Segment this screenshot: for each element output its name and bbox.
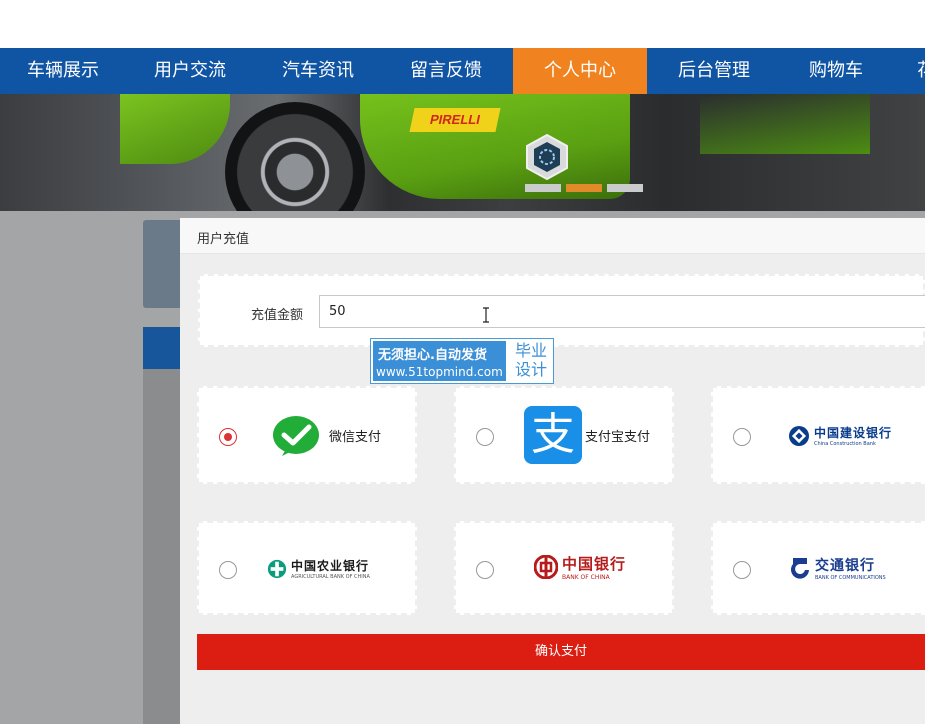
ccb-logo-icon bbox=[789, 425, 809, 446]
background-panel-header bbox=[143, 327, 183, 369]
abc-name-en: AGRICULTURAL BANK OF CHINA bbox=[291, 574, 370, 580]
alipay-radio[interactable] bbox=[476, 428, 494, 446]
payment-option-wechat[interactable]: 微信支付 bbox=[197, 386, 417, 484]
nav-item-news[interactable]: 汽车资讯 bbox=[254, 48, 382, 94]
wechat-pay-label: 微信支付 bbox=[329, 430, 382, 445]
amount-input[interactable] bbox=[319, 295, 925, 328]
slide-dot-2[interactable] bbox=[566, 184, 602, 192]
hexagon-logo-icon bbox=[526, 134, 568, 180]
payment-option-ccb[interactable]: 中国建设银行 China Construction Bank bbox=[711, 386, 925, 484]
watermark-badge: 无须担心.自动发货 www.51topmind.com 毕业 设计 bbox=[370, 338, 554, 384]
boc-logo-icon bbox=[534, 555, 558, 579]
background-panel bbox=[143, 220, 183, 308]
ccb-name-en: China Construction Bank bbox=[814, 441, 876, 447]
nav-item-feedback[interactable]: 留言反馈 bbox=[382, 48, 510, 94]
slide-dot-3[interactable] bbox=[607, 184, 643, 192]
bocom-name-en: BANK OF COMMUNICATIONS bbox=[815, 575, 886, 581]
boc-name-cn: 中国银行 bbox=[562, 555, 627, 573]
banner-wheel bbox=[225, 102, 365, 211]
amount-label: 充值金额 bbox=[251, 308, 304, 323]
ccb-radio[interactable] bbox=[733, 428, 751, 446]
slide-dot-1[interactable] bbox=[525, 184, 561, 192]
abc-logo: 中国农业银行 AGRICULTURAL BANK OF CHINA bbox=[267, 557, 370, 580]
watermark-right-line1: 毕业 bbox=[514, 341, 547, 360]
payment-option-alipay[interactable]: 支 支付宝支付 bbox=[454, 386, 674, 484]
payment-option-boc[interactable]: 中国银行 BANK OF CHINA bbox=[454, 521, 674, 615]
alipay-label: 支付宝支付 bbox=[585, 430, 651, 445]
nav-item-more[interactable]: 花 bbox=[917, 48, 925, 94]
banner-sponsor-logo: PIRELLI bbox=[409, 108, 501, 132]
banner-car-panel bbox=[120, 94, 230, 164]
ccb-name-cn: 中国建设银行 bbox=[814, 426, 893, 440]
bocom-logo-icon bbox=[791, 558, 809, 579]
confirm-payment-button[interactable]: 确认支付 bbox=[197, 634, 925, 670]
banner-car-rear bbox=[700, 94, 870, 154]
modal-title: 用户充值 bbox=[197, 232, 250, 247]
nav-item-community[interactable]: 用户交流 bbox=[126, 48, 254, 94]
main-nav: 车辆展示 用户交流 汽车资讯 留言反馈 个人中心 后台管理 购物车 花 bbox=[0, 48, 925, 94]
amount-section: 充值金额 bbox=[198, 274, 925, 347]
modal-header: 用户充值 bbox=[180, 218, 925, 254]
abc-name-cn: 中国农业银行 bbox=[291, 559, 370, 573]
boc-name-en: BANK OF CHINA bbox=[562, 574, 610, 581]
wechat-pay-icon bbox=[273, 416, 319, 456]
bocom-logo: 交通银行 BANK OF COMMUNICATIONS bbox=[789, 555, 886, 581]
watermark-right: 毕业 设计 bbox=[511, 341, 551, 379]
boc-logo: 中国银行 BANK OF CHINA bbox=[534, 553, 626, 581]
payment-option-bocom[interactable]: 交通银行 BANK OF COMMUNICATIONS bbox=[711, 521, 925, 615]
abc-logo-icon bbox=[267, 559, 287, 578]
watermark-line2: www.51topmind.com bbox=[376, 365, 503, 379]
background-panel bbox=[143, 327, 183, 724]
nav-item-cart[interactable]: 购物车 bbox=[778, 48, 894, 94]
nav-item-personal-center[interactable]: 个人中心 bbox=[513, 48, 647, 94]
recharge-modal: 用户充值 充值金额 微信支付 支 支付宝支付 中 bbox=[180, 218, 925, 724]
watermark-left: 无须担心.自动发货 www.51topmind.com bbox=[373, 341, 506, 381]
payment-option-abc[interactable]: 中国农业银行 AGRICULTURAL BANK OF CHINA bbox=[197, 521, 417, 615]
hero-banner: PIRELLI bbox=[0, 94, 925, 211]
bocom-name-cn: 交通银行 bbox=[815, 558, 875, 574]
watermark-right-line2: 设计 bbox=[514, 360, 547, 379]
nav-item-admin[interactable]: 后台管理 bbox=[650, 48, 778, 94]
ccb-logo: 中国建设银行 China Construction Bank bbox=[788, 424, 892, 447]
alipay-icon: 支 bbox=[524, 406, 582, 464]
text-cursor-icon bbox=[483, 307, 489, 323]
watermark-line1: 无须担心.自动发货 bbox=[378, 348, 487, 363]
abc-radio[interactable] bbox=[219, 561, 237, 579]
bocom-radio[interactable] bbox=[733, 561, 751, 579]
nav-item-vehicles[interactable]: 车辆展示 bbox=[0, 48, 126, 94]
wechat-radio[interactable] bbox=[219, 428, 237, 446]
boc-radio[interactable] bbox=[476, 561, 494, 579]
